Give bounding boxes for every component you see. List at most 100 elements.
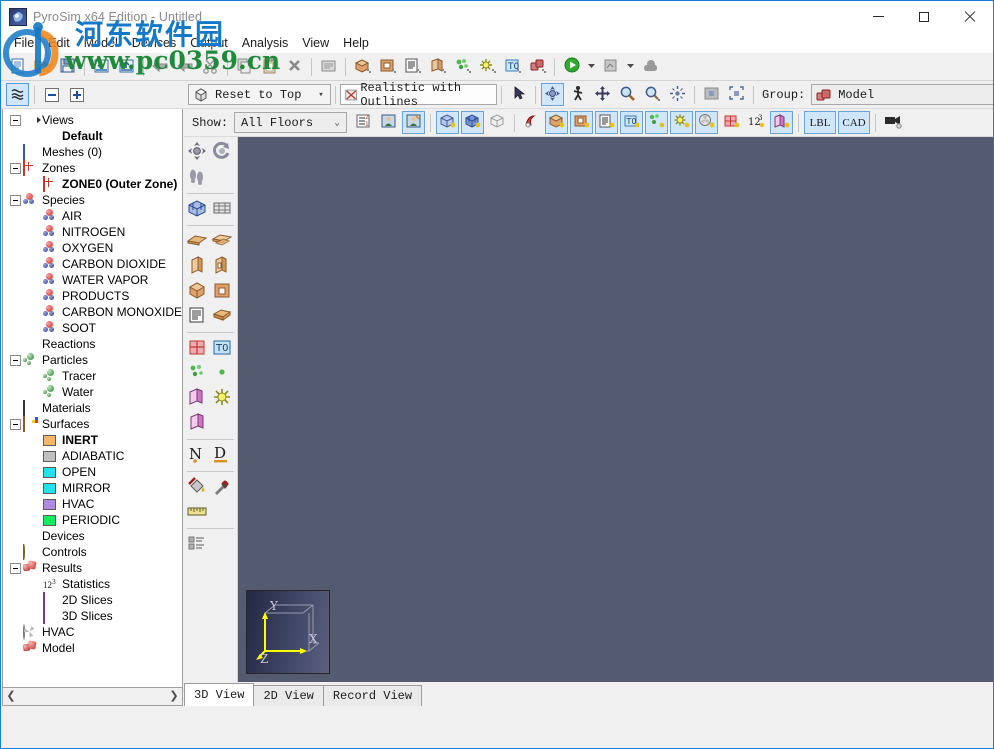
eyedropper-tool-button[interactable] xyxy=(209,475,234,500)
paint-tool-button[interactable] xyxy=(184,475,209,500)
tree-node-species[interactable]: Species xyxy=(3,192,182,208)
draw-partition-tool-button[interactable] xyxy=(209,254,234,279)
cut-button[interactable] xyxy=(199,55,222,78)
draw-floor-tool-button[interactable] xyxy=(184,229,209,254)
show-openings-button[interactable] xyxy=(520,111,543,134)
view-results-button[interactable] xyxy=(599,55,622,78)
new-hole-button[interactable] xyxy=(376,55,399,78)
show-vents-button[interactable] xyxy=(595,111,618,134)
new-vent-button[interactable] xyxy=(401,55,424,78)
tab-2d-view[interactable]: 2D View xyxy=(253,685,323,706)
show-t0-objects-button[interactable]: T0 xyxy=(620,111,643,134)
rotate-nav-tool-button[interactable] xyxy=(209,140,234,165)
tree-node-adiabatic[interactable]: ADIABATIC xyxy=(3,448,182,464)
delete-button[interactable] xyxy=(283,55,306,78)
show-mesh-outline-button[interactable] xyxy=(486,111,509,134)
tree-node-views[interactable]: Views xyxy=(3,112,182,128)
tree-node-devices[interactable]: Devices xyxy=(3,528,182,544)
measure-tool-button[interactable] xyxy=(184,500,209,525)
set-center-tool-button[interactable] xyxy=(666,83,689,106)
show-mesh-grid-button[interactable] xyxy=(461,111,484,134)
tree-node-zones[interactable]: Zones xyxy=(3,160,182,176)
new-slice-button[interactable] xyxy=(426,55,449,78)
draw-wall-tool-button[interactable] xyxy=(184,254,209,279)
show-slices-button[interactable] xyxy=(770,111,793,134)
show-particles-button[interactable] xyxy=(645,111,668,134)
slice-3d-tool-button[interactable] xyxy=(184,411,209,436)
menu-view[interactable]: View xyxy=(295,34,336,52)
show-devices-button[interactable] xyxy=(670,111,693,134)
new-file-button[interactable] xyxy=(6,55,29,78)
orbit-nav-tool-button[interactable] xyxy=(184,140,209,165)
show-side-view-button[interactable] xyxy=(402,111,425,134)
tree-node-default[interactable]: Default xyxy=(3,128,182,144)
tree-node-reactions[interactable]: Reactions xyxy=(3,336,182,352)
tree-node-periodic[interactable]: PERIODIC xyxy=(3,512,182,528)
new-device-button[interactable] xyxy=(476,55,499,78)
tree-collapse-toggle[interactable] xyxy=(10,195,21,206)
scroll-left-arrow[interactable]: ❮ xyxy=(3,689,19,704)
show-hvac-button[interactable] xyxy=(695,111,718,134)
single-particle-tool-button[interactable] xyxy=(209,361,234,386)
close-button[interactable] xyxy=(947,1,993,32)
new-particle-button[interactable] xyxy=(451,55,474,78)
tree-node-model[interactable]: Model xyxy=(3,640,182,656)
3d-viewport[interactable]: Y X Z xyxy=(238,137,994,682)
tree-node-statistics[interactable]: 123Statistics xyxy=(3,576,182,592)
minimize-button[interactable] xyxy=(855,1,901,32)
scroll-right-arrow[interactable]: ❯ xyxy=(166,689,182,704)
tree-node-oxygen[interactable]: OXYGEN xyxy=(3,240,182,256)
zoom-extents-button[interactable] xyxy=(700,83,723,106)
group-combo[interactable]: Model ⌄ xyxy=(811,84,994,105)
show-obstructions-button[interactable] xyxy=(545,111,568,134)
tree-node-carbon-dioxide[interactable]: CARBON DIOXIDE xyxy=(3,256,182,272)
walk-tool-button[interactable] xyxy=(566,83,589,106)
create-mesh-tool-button[interactable] xyxy=(184,197,209,222)
import-button[interactable] xyxy=(90,55,113,78)
tree-node-materials[interactable]: Materials xyxy=(3,400,182,416)
new-timed-object-button[interactable]: T0 xyxy=(501,55,524,78)
tree-node-hvac[interactable]: HVAC xyxy=(3,624,182,640)
model-tree[interactable]: ViewsDefaultMeshes (0)ZonesZONE0 (Outer … xyxy=(2,109,183,688)
tree-node-tracer[interactable]: Tracer xyxy=(3,368,182,384)
tree-node-mirror[interactable]: MIRROR xyxy=(3,480,182,496)
floors-caret[interactable]: ⌄ xyxy=(328,118,346,128)
show-cad-button[interactable]: CAD xyxy=(838,111,870,134)
particle-tool-button[interactable] xyxy=(184,361,209,386)
run-dropdown-button[interactable] xyxy=(585,55,597,78)
edit-notes-button[interactable] xyxy=(317,55,340,78)
zone-tool-button[interactable] xyxy=(184,336,209,361)
menu-help[interactable]: Help xyxy=(336,34,376,52)
draw-box-tool-button[interactable] xyxy=(184,279,209,304)
draw-hole-tool-button[interactable] xyxy=(209,279,234,304)
reset-view-caret[interactable]: ▾ xyxy=(312,90,330,100)
floor-list-button[interactable]: 21 xyxy=(352,111,375,134)
show-statistics-button[interactable]: 123 xyxy=(745,111,768,134)
draw-ceiling-tool-button[interactable] xyxy=(209,229,234,254)
navigation-toggle-button[interactable] xyxy=(6,83,29,106)
export-button[interactable] xyxy=(115,55,138,78)
open-file-button[interactable] xyxy=(31,55,54,78)
tree-node-open[interactable]: OPEN xyxy=(3,464,182,480)
run-simulation-button[interactable] xyxy=(560,55,583,78)
tree-node-zone0-outer-zone[interactable]: ZONE0 (Outer Zone) xyxy=(3,176,182,192)
copy-button[interactable] xyxy=(233,55,256,78)
pan-tool-button[interactable] xyxy=(591,83,614,106)
zoom-selection-button[interactable] xyxy=(725,83,748,106)
draw-obstruction-tool-button[interactable] xyxy=(209,304,234,329)
tab-3d-view[interactable]: 3D View xyxy=(184,683,254,706)
tree-node-nitrogen[interactable]: NITROGEN xyxy=(3,224,182,240)
tree-node-controls[interactable]: Controls xyxy=(3,544,182,560)
menu-file[interactable]: File xyxy=(7,34,41,52)
new-group-button[interactable] xyxy=(526,55,549,78)
expand-all-button[interactable] xyxy=(65,83,88,106)
tree-collapse-toggle[interactable] xyxy=(10,563,21,574)
floors-combo[interactable]: All Floors ⌄ xyxy=(234,112,347,133)
tree-collapse-toggle[interactable] xyxy=(10,419,21,430)
orbit-tool-button[interactable] xyxy=(541,83,564,106)
zoom-tool-button[interactable] xyxy=(616,83,639,106)
show-camera-button[interactable] xyxy=(881,111,904,134)
tree-node-carbon-monoxide[interactable]: CARBON MONOXIDE xyxy=(3,304,182,320)
tab-record-view[interactable]: Record View xyxy=(323,685,422,706)
walk-nav-tool-button[interactable] xyxy=(184,165,209,190)
